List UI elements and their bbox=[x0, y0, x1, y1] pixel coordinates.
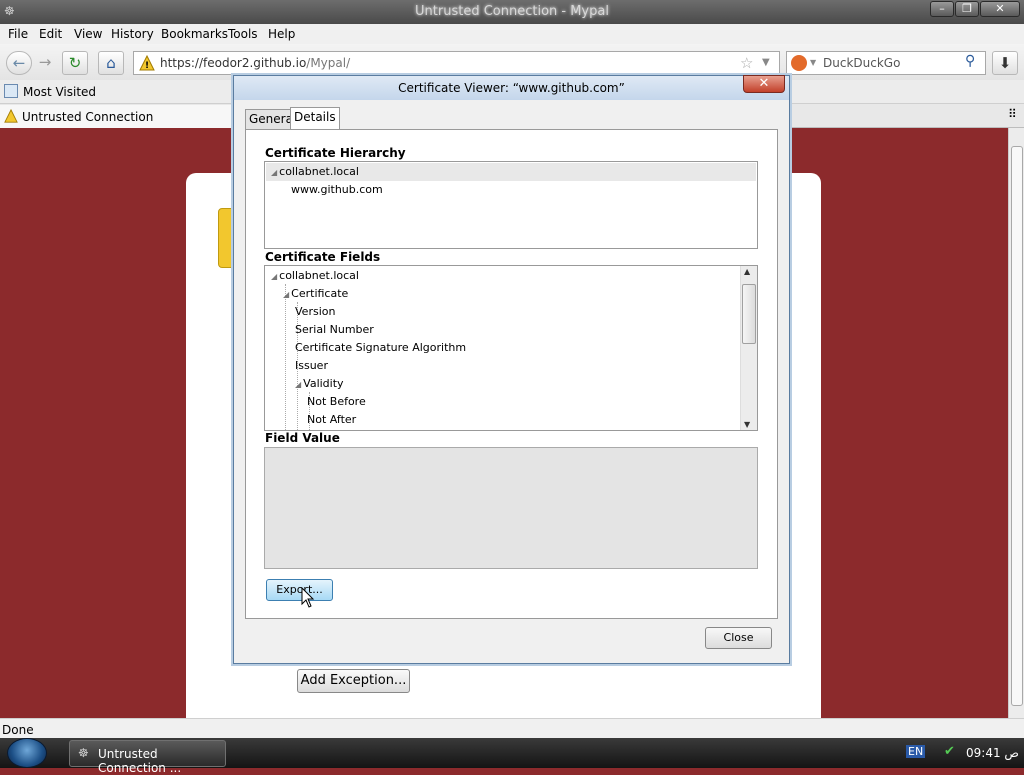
reload-button[interactable]: ↻ bbox=[62, 51, 88, 75]
menu-bookmarks[interactable]: Bookmarks bbox=[161, 27, 228, 41]
dialog-titlebar: Certificate Viewer: “www.github.com” ✕ bbox=[234, 75, 789, 100]
mouse-cursor-icon bbox=[301, 587, 315, 608]
downloads-button[interactable]: ⬇ bbox=[992, 51, 1018, 75]
download-icon: ⬇ bbox=[998, 54, 1012, 72]
warning-icon: ! bbox=[139, 55, 155, 71]
language-indicator[interactable]: EN bbox=[906, 745, 926, 758]
taskbar-app-icon: ☸ bbox=[78, 746, 89, 760]
hierarchy-tree: ◢ collabnet.local www.github.com bbox=[264, 161, 758, 249]
taskbar-item-label: Untrusted Connection ... bbox=[98, 747, 182, 775]
status-bar: Done bbox=[0, 718, 1024, 738]
network-icon[interactable]: ✔ bbox=[944, 744, 955, 759]
tab-untrusted-connection[interactable]: Untrusted Connection bbox=[0, 105, 235, 128]
tab-label: Untrusted Connection bbox=[22, 110, 154, 124]
field-row[interactable]: Version bbox=[295, 305, 335, 318]
add-exception-button[interactable]: Add Exception... bbox=[297, 669, 410, 693]
menu-help[interactable]: Help bbox=[268, 27, 295, 41]
url-dropdown-icon[interactable]: ▼ bbox=[762, 57, 770, 68]
menu-file[interactable]: File bbox=[8, 27, 28, 41]
page-scrollbar[interactable] bbox=[1008, 128, 1024, 718]
hierarchy-item[interactable]: www.github.com bbox=[291, 183, 383, 196]
forward-arrow-icon: → bbox=[38, 53, 52, 71]
expand-triangle-icon[interactable]: ◢ bbox=[283, 290, 289, 299]
field-value-label: Field Value bbox=[265, 431, 340, 445]
dialog-close-button[interactable]: ✕ bbox=[743, 75, 785, 93]
tab-details[interactable]: Details bbox=[290, 107, 340, 129]
url-bar[interactable]: ! https://feodor2.github.io/Mypal/ ☆ ▼ bbox=[133, 51, 780, 75]
close-button[interactable]: Close bbox=[705, 627, 772, 649]
back-button[interactable]: ← bbox=[6, 51, 32, 75]
field-row[interactable]: Issuer bbox=[295, 359, 328, 372]
bookmark-most-visited[interactable]: Most Visited bbox=[23, 85, 96, 99]
close-icon: ✕ bbox=[758, 76, 770, 91]
svg-text:!: ! bbox=[145, 61, 149, 71]
scroll-down-icon[interactable]: ▼ bbox=[744, 420, 750, 429]
page-scroll-thumb[interactable] bbox=[1011, 146, 1023, 706]
menu-bar: File Edit View History Bookmarks Tools H… bbox=[0, 24, 1024, 44]
menu-edit[interactable]: Edit bbox=[39, 27, 62, 41]
home-icon: ⌂ bbox=[106, 54, 116, 72]
status-text: Done bbox=[2, 723, 34, 737]
taskbar: ☸ Untrusted Connection ... EN ✔ 09:41 ص bbox=[0, 738, 1024, 775]
field-row[interactable]: ◢ Certificate bbox=[283, 287, 348, 300]
url-host: https://feodor2.github.io bbox=[160, 56, 307, 70]
fields-scrollbar[interactable]: ▲ ▼ bbox=[740, 266, 757, 430]
tab-list-icon[interactable]: ⠿ bbox=[1008, 107, 1017, 121]
dialog-title: Certificate Viewer: “www.github.com” bbox=[398, 81, 625, 95]
reload-icon: ↻ bbox=[68, 54, 82, 72]
bookmark-star-icon[interactable]: ☆ bbox=[740, 54, 753, 72]
menu-history[interactable]: History bbox=[111, 27, 154, 41]
maximize-button[interactable]: ❐ bbox=[955, 1, 979, 17]
field-row[interactable]: Not After bbox=[307, 413, 356, 426]
hierarchy-label: Certificate Hierarchy bbox=[265, 146, 406, 160]
field-row[interactable]: Not Before bbox=[307, 395, 366, 408]
search-engine-dropdown-icon[interactable]: ▼ bbox=[810, 58, 816, 67]
search-icon[interactable]: ⚲ bbox=[965, 53, 975, 69]
menu-tools[interactable]: Tools bbox=[228, 27, 258, 41]
fields-label: Certificate Fields bbox=[265, 250, 381, 264]
fields-tree: ◢ collabnet.local ◢ Certificate Version Seria… bbox=[264, 265, 758, 431]
field-value-box[interactable] bbox=[264, 447, 758, 569]
menu-view[interactable]: View bbox=[74, 27, 102, 41]
certificate-viewer-dialog: Certificate Viewer: “www.github.com” ✕ G… bbox=[233, 75, 790, 664]
clock[interactable]: 09:41 ص bbox=[966, 746, 1019, 760]
url-path: /Mypal/ bbox=[306, 56, 351, 70]
search-input[interactable]: DuckDuckGo bbox=[823, 56, 900, 70]
search-bar[interactable]: ▼ DuckDuckGo ⚲ bbox=[786, 51, 986, 75]
field-row[interactable]: Serial Number bbox=[295, 323, 374, 336]
expand-triangle-icon[interactable]: ◢ bbox=[295, 380, 301, 389]
start-button[interactable] bbox=[7, 738, 47, 768]
export-button[interactable]: Export... bbox=[266, 579, 333, 601]
window-titlebar: ☸ Untrusted Connection - Mypal – ❐ ✕ bbox=[0, 0, 1024, 24]
most-visited-icon bbox=[4, 84, 18, 98]
duckduckgo-icon[interactable] bbox=[791, 55, 807, 71]
field-row[interactable]: Certificate Signature Algorithm bbox=[295, 341, 466, 354]
field-row[interactable]: ◢ collabnet.local bbox=[271, 269, 359, 282]
expand-triangle-icon[interactable]: ◢ bbox=[271, 272, 277, 281]
window-title: Untrusted Connection - Mypal bbox=[415, 4, 609, 19]
fields-scroll-thumb[interactable] bbox=[742, 284, 756, 344]
close-window-button[interactable]: ✕ bbox=[980, 1, 1020, 17]
home-button[interactable]: ⌂ bbox=[98, 51, 124, 75]
tab-warning-icon bbox=[4, 109, 18, 123]
field-row[interactable]: ◢ Validity bbox=[295, 377, 344, 390]
scroll-up-icon[interactable]: ▲ bbox=[744, 267, 750, 276]
forward-button[interactable]: → bbox=[32, 51, 58, 75]
back-arrow-icon: ← bbox=[12, 54, 26, 72]
hierarchy-item[interactable]: ◢ collabnet.local bbox=[271, 165, 359, 178]
details-panel: Certificate Hierarchy ◢ collabnet.local w… bbox=[245, 129, 778, 619]
taskbar-item-browser[interactable]: ☸ Untrusted Connection ... bbox=[69, 740, 226, 775]
minimize-button[interactable]: – bbox=[930, 1, 954, 17]
